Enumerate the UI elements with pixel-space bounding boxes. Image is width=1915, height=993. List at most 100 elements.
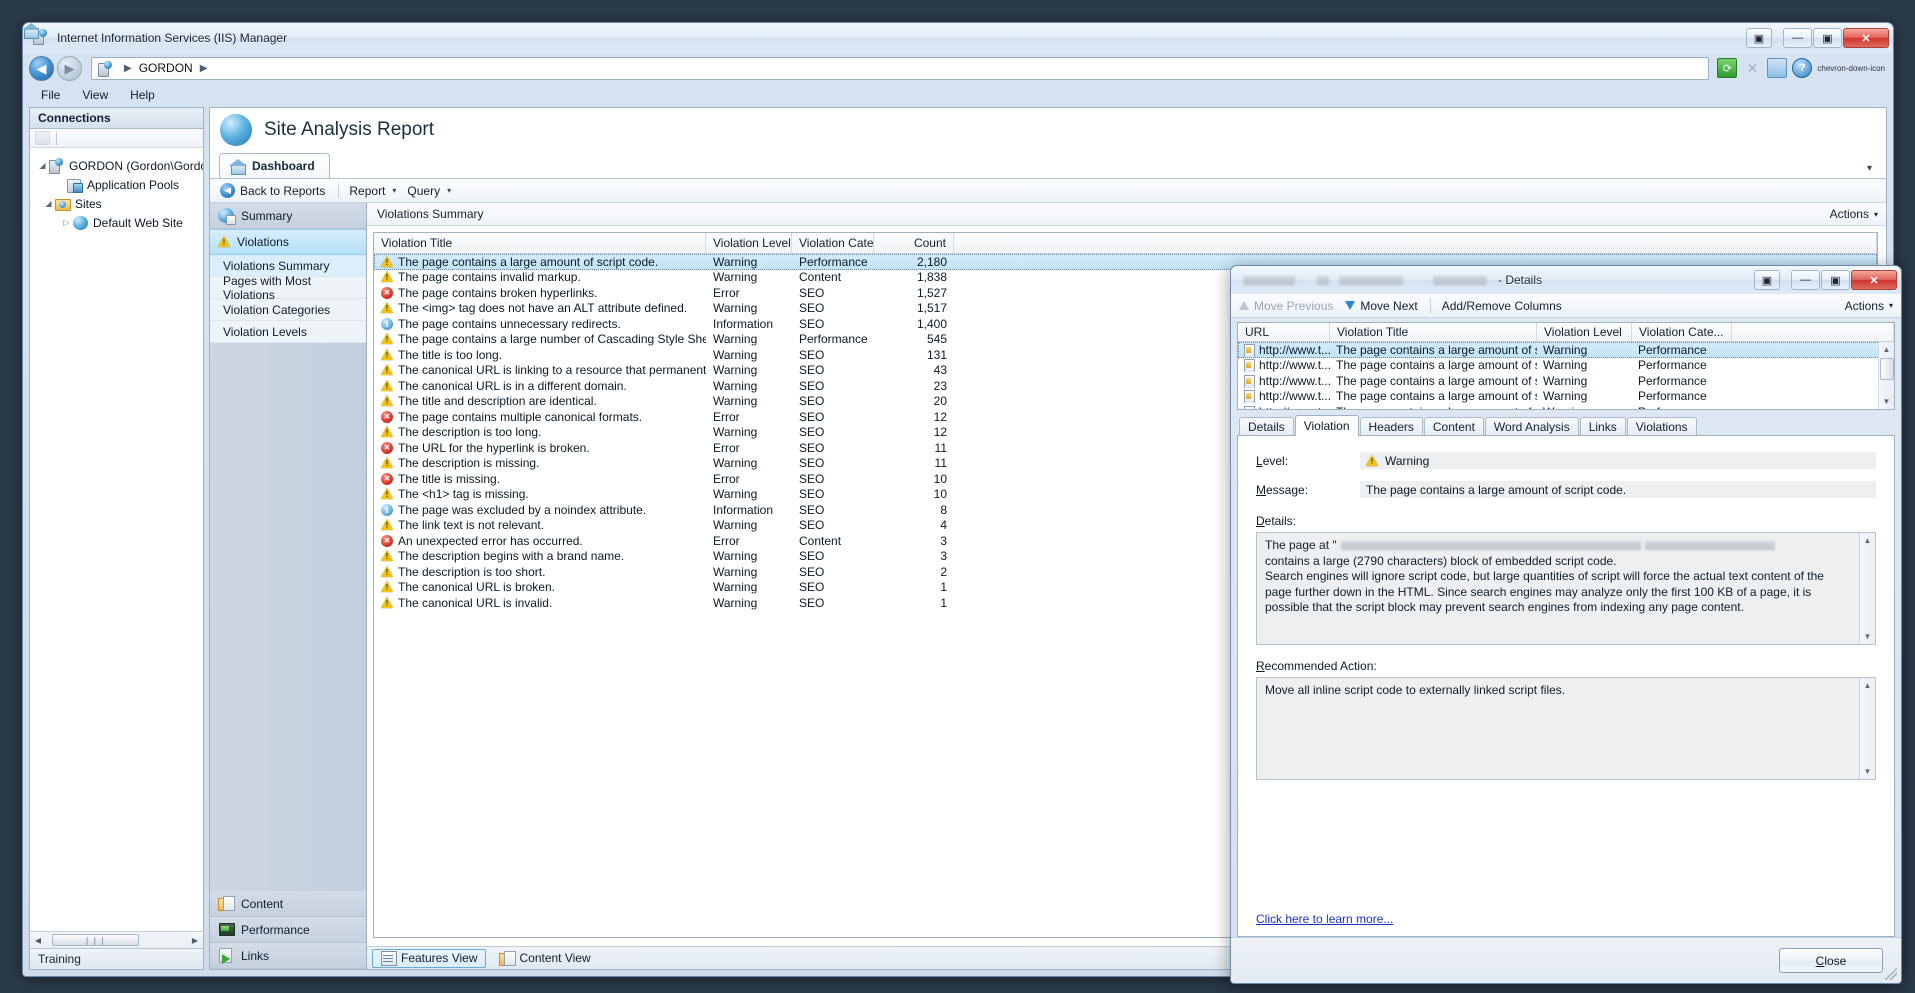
- nav-subitem-violation-categories[interactable]: Violation Categories: [210, 299, 366, 321]
- details-scrollbar[interactable]: ▲ ▼: [1859, 533, 1875, 644]
- details-label: Details:: [1256, 514, 1297, 528]
- dialog-table-row[interactable]: http://www.t...The page contains a large…: [1238, 342, 1894, 358]
- dialog-tab-links[interactable]: Links: [1579, 417, 1626, 436]
- scroll-up-icon[interactable]: ▲: [1864, 678, 1872, 693]
- dialog-actions-button[interactable]: Actions ▾: [1845, 299, 1893, 313]
- connect-icon[interactable]: [35, 131, 50, 145]
- dialog-column-violation-level[interactable]: Violation Level: [1537, 323, 1632, 341]
- nav-item-performance[interactable]: Performance: [210, 917, 366, 943]
- twisty-collapsed-icon[interactable]: ▷: [60, 218, 73, 227]
- refresh-icon[interactable]: ⟳: [1717, 58, 1738, 78]
- scroll-thumb[interactable]: ❘❘❘: [51, 934, 140, 946]
- cell-violation-level: Warning: [713, 518, 758, 533]
- nav-subitem-violation-levels[interactable]: Violation Levels: [210, 321, 366, 343]
- dialog-close-button[interactable]: ✕: [1851, 270, 1897, 290]
- recommended-action-textbox[interactable]: Move all inline script code to externall…: [1256, 677, 1876, 780]
- query-menu-button[interactable]: Query ▾: [405, 184, 460, 198]
- scroll-thumb[interactable]: [1880, 358, 1894, 380]
- tree-item-default-web-site[interactable]: ▷ Default Web Site: [30, 213, 203, 232]
- nav-item-violations[interactable]: Violations: [210, 229, 366, 255]
- grid-actions-button[interactable]: Actions ▾: [1830, 207, 1878, 221]
- column-header-violation-level[interactable]: Violation Level: [706, 233, 792, 253]
- dialog-extra-button[interactable]: ▣: [1754, 270, 1780, 290]
- forward-button[interactable]: ▶: [57, 55, 82, 81]
- cell-violation-category: SEO: [799, 549, 825, 564]
- warning-icon: [381, 457, 393, 469]
- dialog-table-row[interactable]: http://www.t...The page contains a large…: [1238, 358, 1894, 374]
- content-view-button[interactable]: Content View: [490, 949, 599, 968]
- chevron-down-icon[interactable]: ▾: [1867, 163, 1872, 174]
- learn-more-link[interactable]: Click here to learn more...: [1256, 902, 1876, 926]
- window-extra-button[interactable]: ▣: [1746, 28, 1772, 48]
- chevron-down-icon[interactable]: chevron-down-icon: [1817, 64, 1885, 73]
- home-icon[interactable]: [1767, 58, 1788, 78]
- toolbar-divider: [56, 131, 57, 145]
- tree-item-sites[interactable]: ◢ Sites: [30, 194, 203, 213]
- scroll-right-icon[interactable]: ▶: [187, 936, 203, 945]
- column-header-violation-title[interactable]: Violation Title: [374, 233, 706, 253]
- column-header-count[interactable]: Count: [874, 233, 954, 253]
- tree-item-application-pools[interactable]: · Application Pools: [30, 175, 203, 194]
- dialog-column-violation-title[interactable]: Violation Title: [1330, 323, 1537, 341]
- move-next-button[interactable]: Move Next: [1345, 299, 1429, 313]
- dialog-table-row[interactable]: http://www.t...The page contains a large…: [1238, 404, 1894, 409]
- scroll-down-icon[interactable]: ▼: [1879, 394, 1895, 409]
- tree-item-gordon[interactable]: ◢ GORDON (Gordon\Gordon): [30, 156, 203, 175]
- dialog-maximize-button[interactable]: ▣: [1821, 270, 1850, 290]
- menu-item-view[interactable]: View: [82, 88, 108, 102]
- add-remove-columns-button[interactable]: Add/Remove Columns: [1442, 299, 1574, 313]
- dialog-tab-violations[interactable]: Violations: [1626, 417, 1697, 436]
- scroll-left-icon[interactable]: ◀: [30, 936, 46, 945]
- action-scrollbar[interactable]: ▲ ▼: [1859, 678, 1875, 779]
- menu-item-help[interactable]: Help: [130, 88, 155, 102]
- move-previous-button[interactable]: Move Previous: [1239, 299, 1345, 313]
- nav-item-links[interactable]: Links: [210, 943, 366, 969]
- report-menu-button[interactable]: Report ▾: [347, 184, 405, 198]
- window-close-button[interactable]: ✕: [1843, 28, 1889, 48]
- dialog-tab-headers[interactable]: Headers: [1359, 417, 1423, 436]
- dialog-grid-scrollbar[interactable]: ▲ ▼: [1878, 342, 1894, 409]
- tree-item-label: Application Pools: [87, 177, 180, 192]
- dialog-tab-violation[interactable]: Violation: [1294, 415, 1359, 436]
- connections-tree[interactable]: ◢ GORDON (Gordon\Gordon) · Application P…: [30, 148, 203, 931]
- nav-subitem-pages-with-most-violations[interactable]: Pages with Most Violations: [210, 274, 366, 302]
- tab-dashboard[interactable]: Dashboard: [219, 153, 330, 178]
- window-maximize-button[interactable]: ▣: [1813, 28, 1842, 48]
- breadcrumb-bar[interactable]: ▶ GORDON ▶: [91, 56, 1710, 80]
- nav-item-content[interactable]: Content: [210, 891, 366, 917]
- dialog-table-row[interactable]: http://www.t...The page contains a large…: [1238, 373, 1894, 389]
- dialog-tab-word-analysis[interactable]: Word Analysis: [1484, 417, 1579, 436]
- breadcrumb-item-gordon[interactable]: GORDON: [139, 61, 193, 75]
- window-minimize-button[interactable]: —: [1783, 28, 1812, 48]
- resize-grip[interactable]: [1885, 968, 1897, 980]
- column-header-violation-category[interactable]: Violation Cate...: [792, 233, 874, 253]
- cell-violation-category: SEO: [799, 363, 825, 378]
- scroll-up-icon[interactable]: ▲: [1864, 533, 1872, 548]
- back-to-reports-button[interactable]: ◀ Back to Reports: [218, 183, 334, 198]
- cell-violation-level: Warning: [1543, 373, 1588, 388]
- dialog-column-url[interactable]: URL: [1238, 323, 1330, 341]
- twisty-expanded-icon[interactable]: ◢: [36, 161, 49, 170]
- features-view-button[interactable]: Features View: [372, 948, 487, 968]
- help-icon[interactable]: ?: [1792, 58, 1813, 78]
- dialog-tab-content[interactable]: Content: [1423, 417, 1484, 436]
- connections-horizontal-scrollbar[interactable]: ◀ ❘❘❘ ▶: [30, 931, 203, 948]
- dialog-actions-label: Actions: [1844, 298, 1884, 313]
- dialog-tab-details[interactable]: Details: [1239, 417, 1294, 436]
- dialog-column-violation-category[interactable]: Violation Cate...: [1632, 323, 1732, 341]
- twisty-expanded-icon[interactable]: ◢: [42, 199, 55, 208]
- back-button[interactable]: ◀: [29, 55, 54, 81]
- scroll-down-icon[interactable]: ▼: [1864, 764, 1872, 779]
- close-button[interactable]: Close: [1779, 948, 1883, 973]
- menu-item-file[interactable]: File: [41, 88, 60, 102]
- dialog-minimize-button[interactable]: —: [1791, 270, 1820, 290]
- cell-violation-title: The page contains multiple canonical for…: [374, 410, 706, 424]
- scroll-track[interactable]: ❘❘❘: [46, 933, 187, 947]
- details-textbox[interactable]: The page at " contains a large (2790 cha…: [1256, 532, 1876, 645]
- cell-violation-title: The page contains unnecessary redirects.: [374, 317, 706, 331]
- dialog-table-row[interactable]: http://www.t...The page contains a large…: [1238, 389, 1894, 405]
- stop-icon[interactable]: ✕: [1742, 58, 1762, 78]
- nav-item-summary[interactable]: Summary: [210, 203, 366, 229]
- scroll-down-icon[interactable]: ▼: [1864, 629, 1872, 644]
- scroll-up-icon[interactable]: ▲: [1879, 342, 1895, 357]
